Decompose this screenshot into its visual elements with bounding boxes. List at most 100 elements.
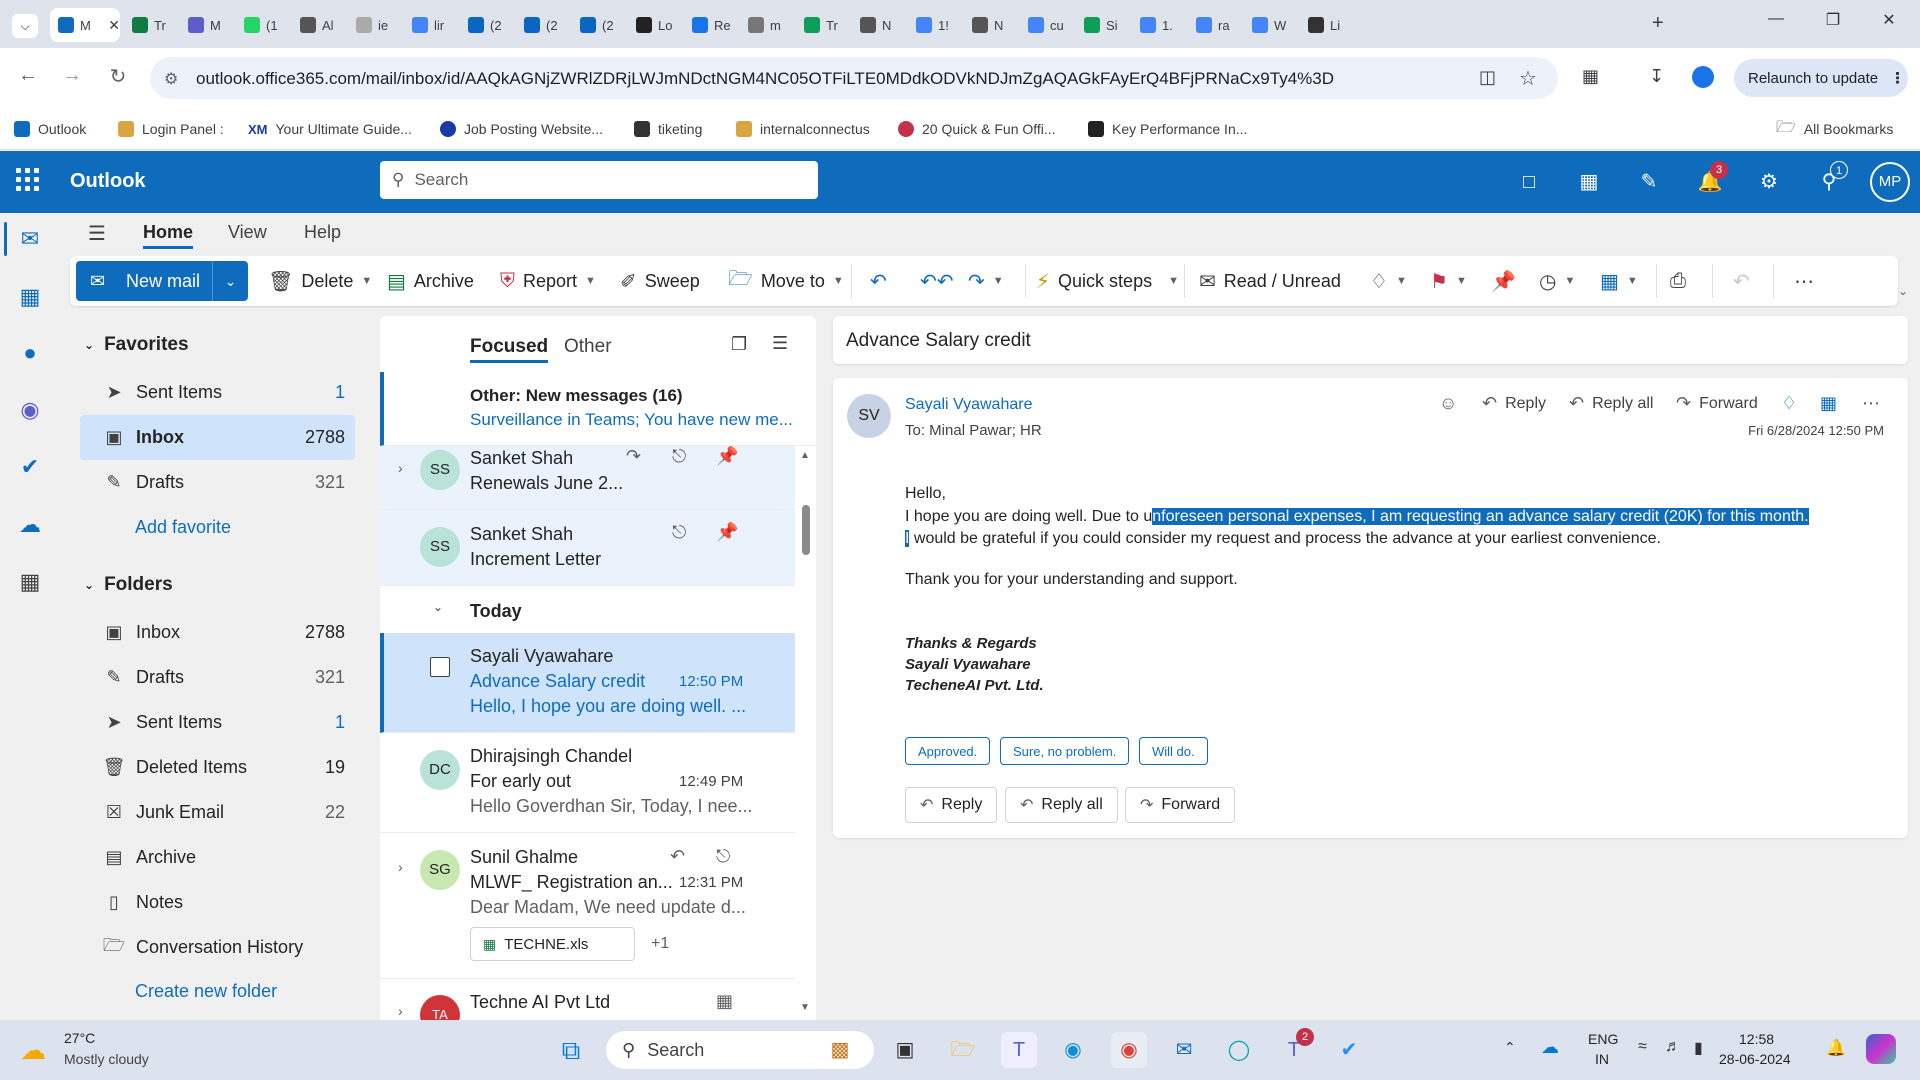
favorites-header[interactable]: ⌄ Favorites	[84, 334, 189, 356]
cortana-icon[interactable]: ◯	[1221, 1032, 1257, 1068]
close-window-button[interactable]: ✕	[1866, 10, 1912, 38]
bookmark-item[interactable]: tiketing	[634, 115, 702, 143]
folder-drafts[interactable]: ✎ Drafts 321	[80, 655, 355, 700]
delete-button[interactable]: 🗑 Delete ▼	[268, 268, 372, 294]
chevron-up-icon[interactable]: ⌃	[1504, 1039, 1516, 1056]
reload-button[interactable]: ↻	[104, 64, 132, 89]
all-bookmarks-button[interactable]: 🗁 All Bookmarks	[1776, 115, 1893, 143]
snooze-button[interactable]: ◷ ▼	[1539, 268, 1575, 294]
more-apps-icon[interactable]: ▦	[15, 567, 45, 597]
create-folder-link[interactable]: Create new folder	[135, 981, 277, 1002]
onedrive-icon[interactable]: ☁	[1541, 1037, 1559, 1058]
forward-button-bottom[interactable]: ↷ Forward	[1125, 787, 1236, 823]
bookmark-item[interactable]: internalconnectus	[736, 115, 870, 143]
immersive-reader-button[interactable]: ▦	[1820, 393, 1837, 414]
pin-button[interactable]: 📌	[1491, 268, 1516, 294]
loop-button[interactable]: ♢	[1781, 393, 1797, 414]
scroll-up-icon[interactable]: ▲	[800, 450, 810, 461]
more-attachments[interactable]: +1	[651, 935, 669, 953]
reply-all-button-bottom[interactable]: ↶ Reply all	[1005, 787, 1118, 823]
forward-button[interactable]: ↷ ▼	[968, 268, 1004, 294]
tab-view[interactable]: View	[228, 222, 267, 243]
mail-app-icon[interactable]: ✉	[1166, 1032, 1202, 1068]
select-icon[interactable]: ❐	[731, 334, 747, 355]
pin-icon[interactable]: 📌	[716, 522, 738, 543]
minimize-button[interactable]: —	[1753, 10, 1799, 38]
suggested-reply[interactable]: Sure, no problem.	[1000, 737, 1130, 765]
tab-other[interactable]: Other	[564, 336, 612, 358]
bookmark-item[interactable]: 20 Quick & Fun Offi...	[898, 115, 1056, 143]
attachment-chip[interactable]: ▦ TECHNE.xls	[470, 927, 635, 961]
todo-icon[interactable]: ✎	[1634, 167, 1664, 197]
scrollbar-thumb[interactable]	[802, 505, 810, 555]
add-favorite-link[interactable]: Add favorite	[135, 517, 231, 538]
file-explorer-icon[interactable]: 🗁	[945, 1032, 981, 1068]
clock-time[interactable]: 12:58	[1739, 1031, 1774, 1047]
bookmark-item[interactable]: Outlook	[14, 115, 86, 143]
todo-check-icon[interactable]: ✔	[15, 452, 45, 482]
speaker-icon[interactable]: ♬	[1665, 1038, 1681, 1056]
rules-button[interactable]: ▦ ▼	[1600, 268, 1638, 294]
chevron-right-icon[interactable]: ›	[398, 460, 403, 476]
mail-icon[interactable]: ✉	[15, 224, 45, 254]
emoji-react-button[interactable]: ☺	[1439, 393, 1457, 414]
archive-button[interactable]: ▤ Archive	[387, 268, 474, 294]
avatar[interactable]: SV	[847, 394, 891, 438]
bookmark-star-icon[interactable]: ☆	[1519, 66, 1537, 91]
folder-archive[interactable]: ▤ Archive	[80, 835, 355, 880]
edge-icon[interactable]: ◉	[1055, 1032, 1091, 1068]
pin-icon[interactable]: 📌	[716, 446, 738, 467]
reply-button[interactable]: ↶	[870, 268, 887, 294]
folder-inbox[interactable]: ▣ Inbox 2788	[80, 610, 355, 655]
onedrive-icon[interactable]: ☁	[15, 510, 45, 540]
favorite-sent-items[interactable]: ➤ Sent Items 1	[80, 370, 355, 415]
app-name[interactable]: Outlook	[70, 170, 146, 193]
download-icon[interactable]: ↧	[1649, 66, 1664, 87]
folder-conversation-history[interactable]: 🗁 Conversation History	[80, 925, 355, 970]
more-actions-button[interactable]: ⋯	[1862, 393, 1880, 414]
folders-header[interactable]: ⌄ Folders	[84, 574, 173, 596]
briefcase-icon[interactable]: ▩	[822, 1032, 858, 1068]
quick-steps-button[interactable]: ⚡ Quick steps ▼	[1036, 268, 1179, 294]
reply-button[interactable]: ↶ Reply	[1482, 393, 1546, 414]
forward-button[interactable]: →	[58, 64, 86, 87]
app-launcher-icon[interactable]	[16, 168, 42, 194]
read-unread-button[interactable]: ✉ Read / Unread	[1199, 268, 1341, 294]
reply-button-bottom[interactable]: ↶ Reply	[905, 787, 998, 823]
new-tab-button[interactable]: +	[1652, 12, 1664, 35]
bookmark-item[interactable]: XM Your Ultimate Guide...	[248, 115, 412, 143]
close-tab-icon[interactable]: ✕	[108, 17, 120, 34]
weather-temp[interactable]: 27°C	[64, 1030, 95, 1046]
ribbon-expand-icon[interactable]: ⌄	[1898, 284, 1908, 298]
reply-all-button[interactable]: ↶↶	[920, 268, 954, 294]
install-app-icon[interactable]: ◫	[1479, 67, 1496, 88]
back-button[interactable]: ←	[14, 64, 42, 87]
task-view-icon[interactable]: ▣	[887, 1032, 923, 1068]
forward-button[interactable]: ↷ Forward	[1676, 393, 1758, 414]
start-icon[interactable]: ⧉	[553, 1032, 589, 1068]
people-icon[interactable]: ●	[15, 338, 45, 368]
folder-sent-items[interactable]: ➤ Sent Items 1	[80, 700, 355, 745]
suggested-reply[interactable]: Approved.	[905, 737, 991, 765]
tab-search-button[interactable]: ⌵	[12, 14, 38, 38]
new-mail-button[interactable]: ✉ New mail ⌄	[76, 261, 248, 301]
tab-help[interactable]: Help	[304, 222, 341, 243]
relaunch-button[interactable]: Relaunch to update ⋮	[1734, 59, 1908, 97]
battery-icon[interactable]: ▮	[1694, 1038, 1703, 1058]
report-button[interactable]: ⛨ Report ▼	[500, 268, 596, 294]
bookmark-item[interactable]: Login Panel :	[118, 115, 224, 143]
chevron-right-icon[interactable]: ›	[398, 859, 403, 875]
favorite-inbox[interactable]: ▣ Inbox 2788	[80, 415, 355, 460]
copilot-icon[interactable]	[1866, 1034, 1896, 1064]
reply-all-button[interactable]: ↶ Reply all	[1569, 393, 1653, 414]
folder-deleted-items[interactable]: 🗑 Deleted Items 19	[80, 745, 355, 790]
gear-icon[interactable]: ⚙	[1754, 167, 1784, 197]
groups-icon[interactable]: ◉	[15, 395, 45, 425]
folder-notes[interactable]: ▯ Notes	[80, 880, 355, 925]
maximize-button[interactable]: ❐	[1810, 10, 1856, 38]
weather-icon[interactable]: ☁	[20, 1035, 46, 1066]
profile-icon[interactable]	[1692, 66, 1714, 88]
chevron-down-icon[interactable]: ⌄	[212, 261, 248, 301]
flag-button[interactable]: ⚑ ▼	[1430, 268, 1467, 294]
chevron-right-icon[interactable]: ›	[398, 1003, 403, 1019]
